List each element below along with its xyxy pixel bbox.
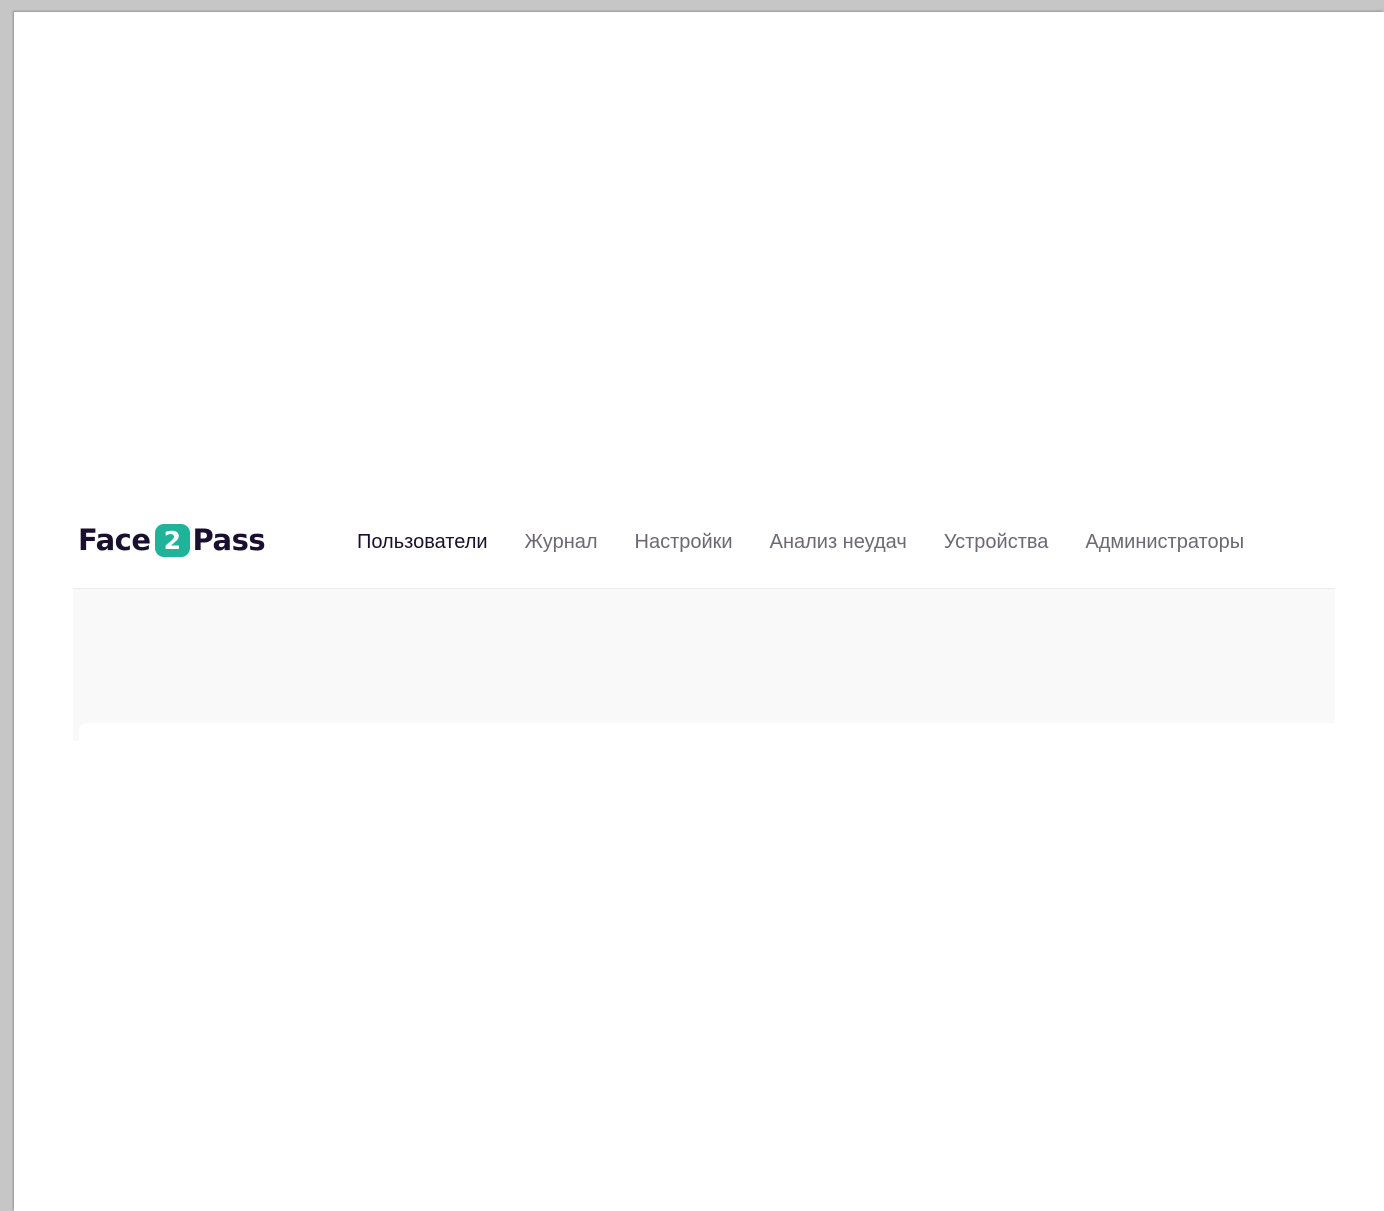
nav-item-administrators[interactable]: Администраторы (1085, 530, 1244, 554)
face2pass-logo[interactable]: Face 2 Pass (78, 520, 266, 560)
logo-text-pass: Pass (192, 523, 266, 557)
main-nav: Пользователи Журнал Настройки Анализ неу… (357, 530, 1244, 554)
nav-item-journal[interactable]: Журнал (525, 530, 598, 554)
nav-item-devices[interactable]: Устройства (944, 530, 1049, 554)
content-card (79, 723, 1335, 753)
browser-viewport: Face 2 Pass Пользователи Журнал Настройк… (14, 12, 1384, 1211)
nav-item-settings[interactable]: Настройки (635, 530, 733, 554)
logo-badge: 2 (154, 523, 190, 557)
content-area (73, 589, 1335, 753)
logo-text-face: Face (78, 523, 151, 557)
app-header: Face 2 Pass Пользователи Журнал Настройк… (73, 502, 1335, 589)
nav-item-failure-analysis[interactable]: Анализ неудач (770, 530, 907, 554)
nav-item-users[interactable]: Пользователи (357, 530, 488, 554)
